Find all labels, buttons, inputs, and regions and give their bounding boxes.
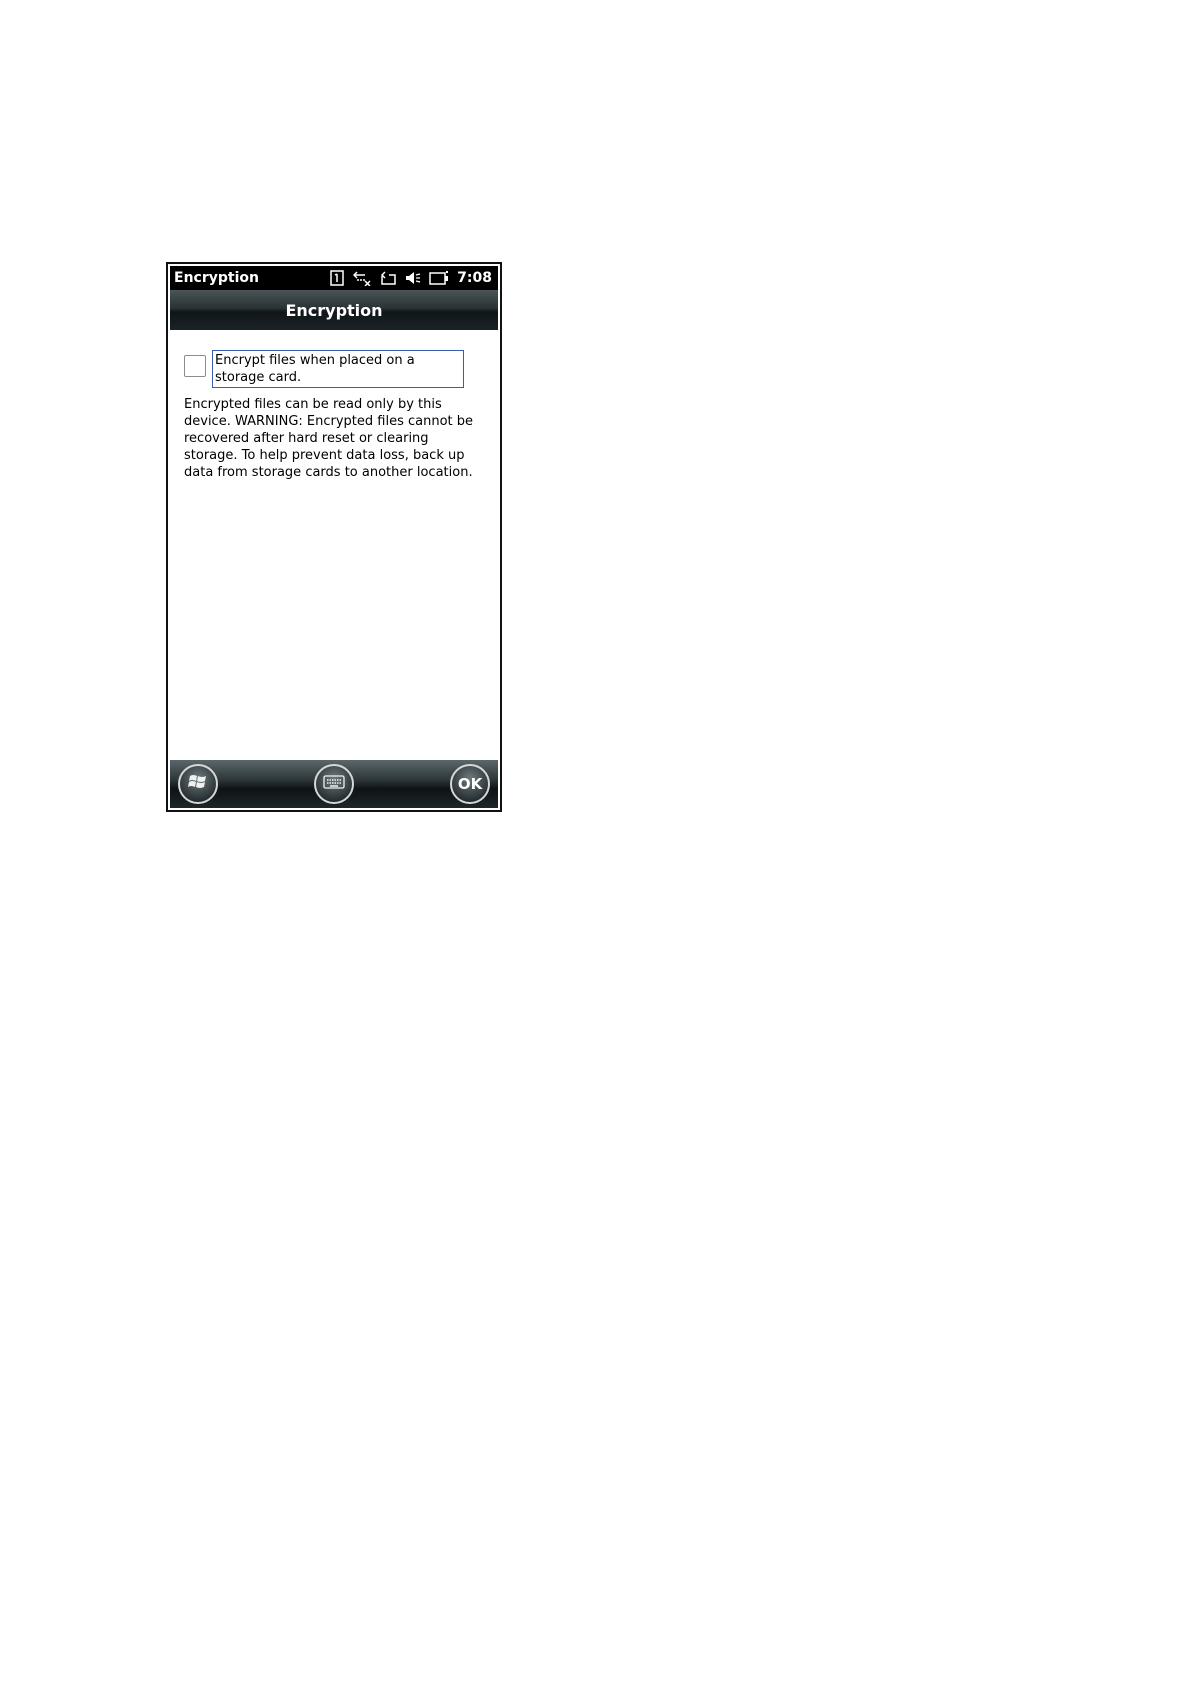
page-title-bar: Encryption [170, 290, 498, 330]
status-icons: 7:08 [329, 270, 498, 286]
rotate-icon[interactable] [379, 270, 397, 286]
device-screen: Encryption 7:08 Encryption Encrypt files… [166, 262, 502, 812]
windows-start-icon [187, 771, 209, 797]
battery-icon[interactable] [429, 270, 449, 286]
keyboard-button[interactable] [314, 764, 354, 804]
encryption-description: Encrypted files can be read only by this… [184, 397, 474, 480]
sim-card-icon[interactable] [329, 270, 345, 286]
encrypt-option-row[interactable]: Encrypt files when placed on a storage c… [184, 350, 464, 388]
status-time[interactable]: 7:08 [457, 270, 492, 286]
ok-button-label: OK [457, 775, 483, 793]
status-bar-title: Encryption [174, 270, 259, 286]
settings-content: Encrypt files when placed on a storage c… [170, 330, 498, 760]
sync-disconnected-icon[interactable] [353, 270, 371, 286]
bottom-softkey-bar: OK [170, 760, 498, 808]
status-bar: Encryption 7:08 [170, 266, 498, 290]
start-button[interactable] [178, 764, 218, 804]
encrypt-checkbox-label[interactable]: Encrypt files when placed on a storage c… [212, 350, 464, 388]
encrypt-checkbox[interactable] [184, 355, 206, 377]
page-title: Encryption [285, 300, 383, 320]
keyboard-icon [323, 774, 345, 794]
ok-button[interactable]: OK [450, 764, 490, 804]
speaker-muted-icon[interactable] [405, 270, 421, 286]
